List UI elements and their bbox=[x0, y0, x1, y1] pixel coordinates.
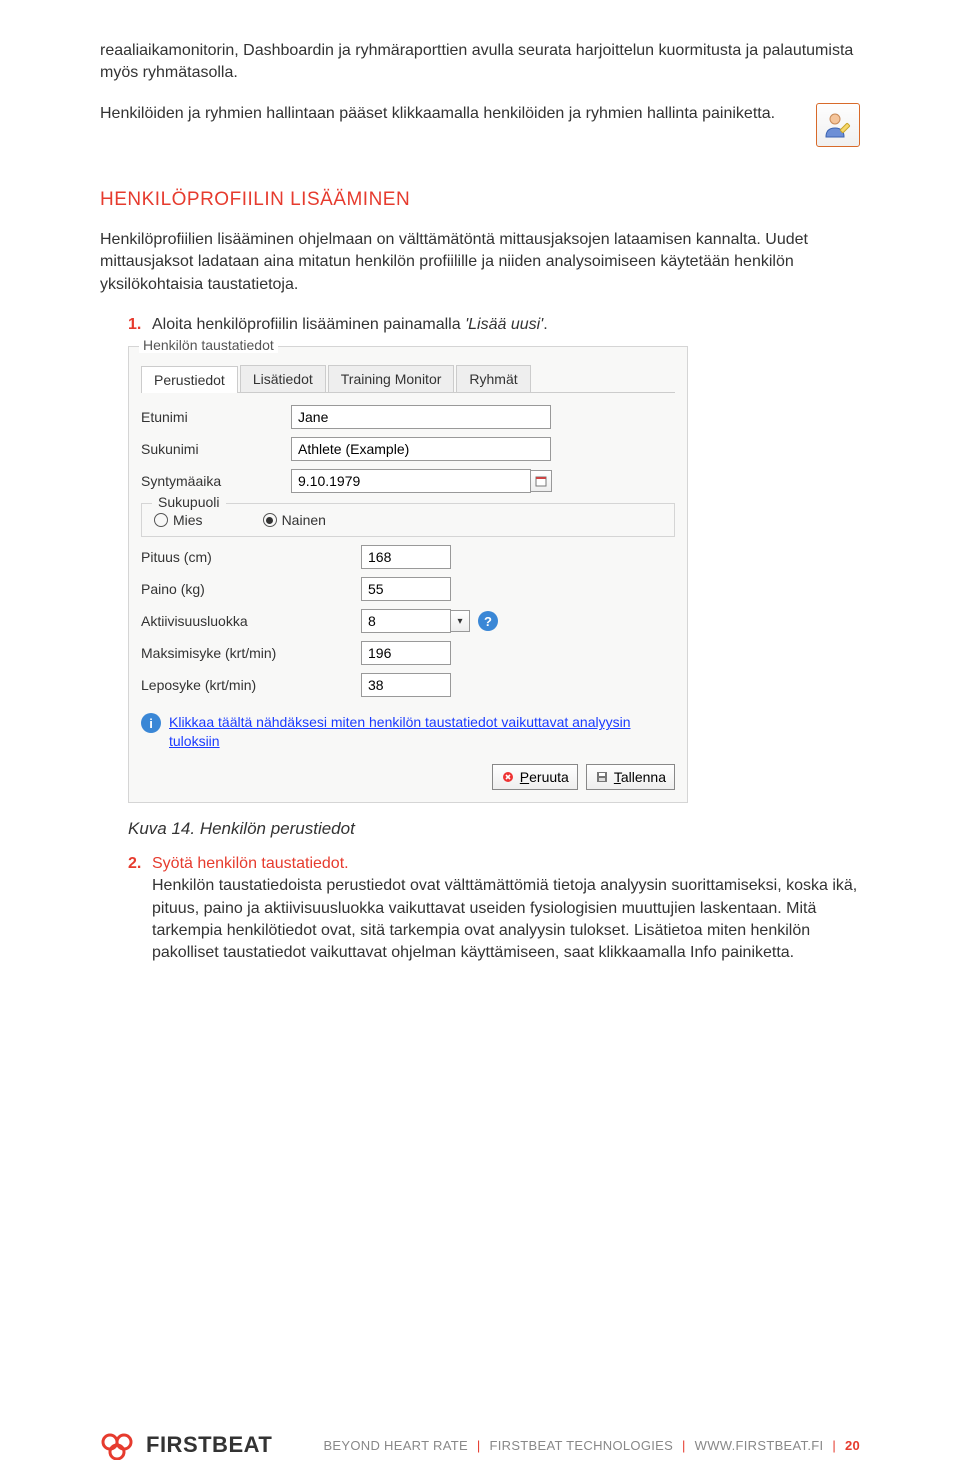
footer-tagline: BEYOND HEART RATE bbox=[323, 1438, 468, 1453]
page-number: 20 bbox=[845, 1438, 860, 1453]
radio-icon bbox=[263, 513, 277, 527]
save-icon bbox=[595, 770, 609, 784]
step-2: 2. Syötä henkilön taustatiedot. Henkilön… bbox=[128, 853, 860, 965]
firstname-input[interactable] bbox=[291, 405, 551, 429]
height-label: Pituus (cm) bbox=[141, 549, 361, 565]
calendar-icon[interactable] bbox=[530, 470, 552, 492]
close-icon bbox=[501, 770, 515, 784]
lastname-label: Sukunimi bbox=[141, 441, 291, 457]
radio-male[interactable]: Mies bbox=[154, 512, 203, 528]
info-icon: i bbox=[141, 713, 161, 733]
step-number: 1. bbox=[128, 314, 152, 336]
step-2-title: Syötä henkilön taustatiedot. bbox=[152, 855, 349, 872]
activity-input[interactable] bbox=[361, 609, 451, 633]
radio-icon bbox=[154, 513, 168, 527]
tab-perustiedot[interactable]: Perustiedot bbox=[141, 366, 238, 393]
profile-dialog: Henkilön taustatiedot Perustiedot Lisäti… bbox=[128, 346, 860, 802]
gender-fieldset: Sukupuoli Mies Nainen bbox=[141, 503, 675, 537]
dialog-legend: Henkilön taustatiedot bbox=[139, 337, 278, 353]
save-label: Tallenna bbox=[614, 769, 666, 785]
intro-p1: reaaliaikamonitorin, Dashboardin ja ryhm… bbox=[100, 40, 860, 85]
weight-label: Paino (kg) bbox=[141, 581, 361, 597]
tab-training-monitor[interactable]: Training Monitor bbox=[328, 365, 455, 392]
heart-icon bbox=[100, 1430, 138, 1460]
section-paragraph: Henkilöprofiilien lisääminen ohjelmaan o… bbox=[100, 229, 860, 296]
section-heading: HENKILÖPROFIILIN LISÄÄMINEN bbox=[100, 189, 860, 211]
brand-logo: FIRSTBEAT bbox=[100, 1430, 272, 1460]
tab-lisatiedot[interactable]: Lisätiedot bbox=[240, 365, 326, 392]
help-icon[interactable]: ? bbox=[478, 611, 498, 631]
step-1-text-italic: 'Lisää uusi' bbox=[465, 316, 543, 333]
intro-p2: Henkilöiden ja ryhmien hallintaan pääset… bbox=[100, 103, 860, 125]
dob-label: Syntymäaika bbox=[141, 473, 291, 489]
cancel-label: Peruuta bbox=[520, 769, 569, 785]
figure-caption: Kuva 14. Henkilön perustiedot bbox=[128, 819, 860, 839]
dob-input[interactable] bbox=[291, 469, 531, 493]
page-footer: FIRSTBEAT BEYOND HEART RATE | FIRSTBEAT … bbox=[0, 1430, 960, 1460]
lastname-input[interactable] bbox=[291, 437, 551, 461]
info-link[interactable]: Klikkaa täältä nähdäksesi miten henkilön… bbox=[169, 713, 675, 749]
footer-right: BEYOND HEART RATE | FIRSTBEAT TECHNOLOGI… bbox=[323, 1438, 860, 1453]
step-1-text-c: . bbox=[543, 316, 547, 333]
radio-female[interactable]: Nainen bbox=[263, 512, 326, 528]
person-edit-icon bbox=[823, 110, 853, 140]
people-management-button[interactable] bbox=[816, 103, 860, 147]
firstname-label: Etunimi bbox=[141, 409, 291, 425]
resthr-input[interactable] bbox=[361, 673, 451, 697]
save-button[interactable]: Tallenna bbox=[586, 764, 675, 790]
resthr-label: Leposyke (krt/min) bbox=[141, 677, 361, 693]
step-1: 1. Aloita henkilöprofiilin lisääminen pa… bbox=[128, 314, 860, 336]
maxhr-label: Maksimisyke (krt/min) bbox=[141, 645, 361, 661]
cancel-button[interactable]: Peruuta bbox=[492, 764, 578, 790]
step-2-body: Henkilön taustatiedoista perustiedot ova… bbox=[152, 877, 857, 961]
step-1-text-a: Aloita henkilöprofiilin lisääminen paina… bbox=[152, 316, 465, 333]
radio-male-label: Mies bbox=[173, 512, 203, 528]
brand-text: FIRSTBEAT bbox=[146, 1432, 272, 1458]
footer-company: FIRSTBEAT TECHNOLOGIES bbox=[490, 1438, 674, 1453]
maxhr-input[interactable] bbox=[361, 641, 451, 665]
height-input[interactable] bbox=[361, 545, 451, 569]
footer-url: WWW.FIRSTBEAT.FI bbox=[695, 1438, 824, 1453]
tab-ryhmat[interactable]: Ryhmät bbox=[456, 365, 530, 392]
chevron-down-icon[interactable]: ▾ bbox=[450, 610, 470, 632]
activity-label: Aktiivisuusluokka bbox=[141, 613, 361, 629]
radio-female-label: Nainen bbox=[282, 512, 326, 528]
weight-input[interactable] bbox=[361, 577, 451, 601]
step-number: 2. bbox=[128, 853, 152, 965]
dialog-tabs: Perustiedot Lisätiedot Training Monitor … bbox=[141, 365, 675, 393]
gender-legend: Sukupuoli bbox=[152, 494, 226, 510]
